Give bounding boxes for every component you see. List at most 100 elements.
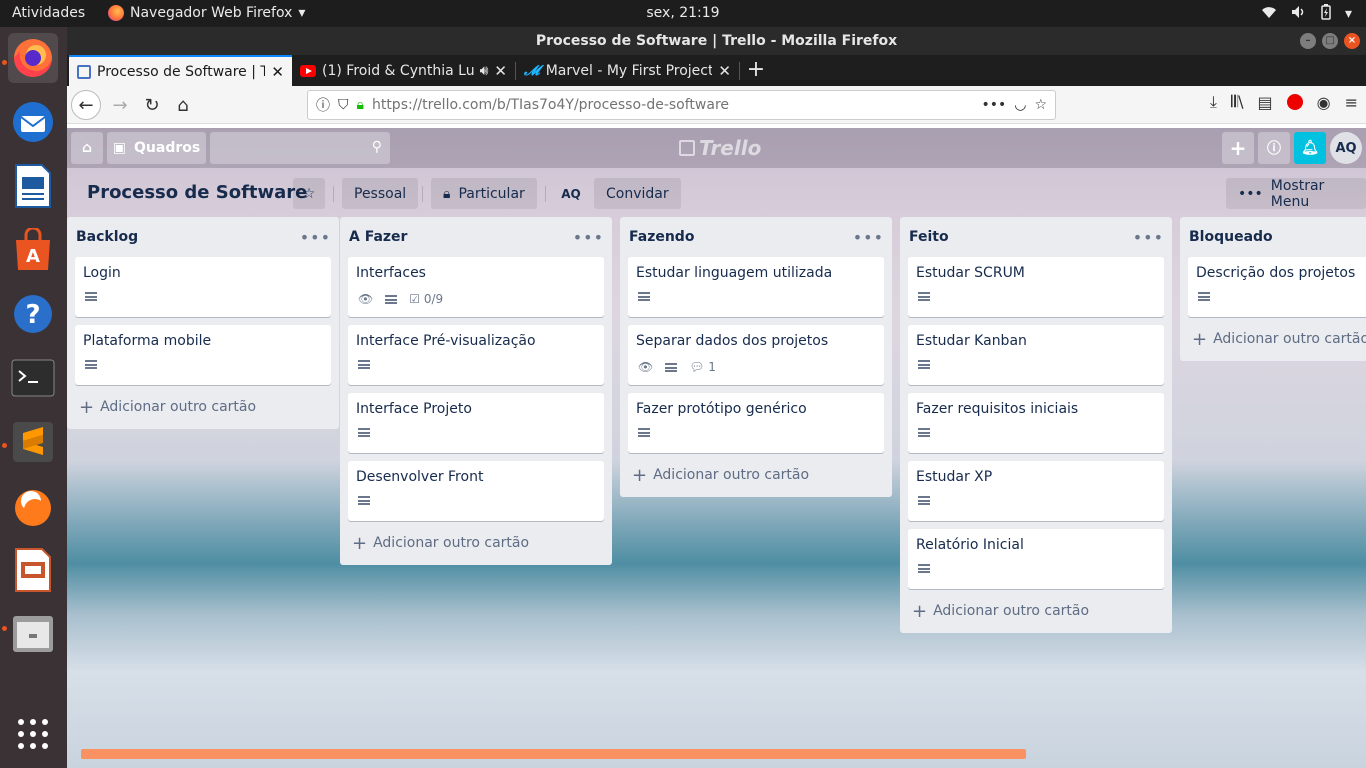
- dock-terminal[interactable]: [8, 353, 58, 403]
- pocket-icon[interactable]: ◡: [1014, 97, 1026, 113]
- system-tray[interactable]: ▾: [1261, 4, 1352, 24]
- card[interactable]: Separar dados dos projetos 👁︎ 💬︎ 1: [628, 325, 884, 385]
- card[interactable]: Estudar XP: [908, 461, 1164, 521]
- list-title[interactable]: A Fazer: [349, 229, 407, 245]
- dock-thunderbird[interactable]: [8, 97, 58, 147]
- list-title[interactable]: Feito: [909, 229, 949, 245]
- list-a-fazer[interactable]: A Fazer ••• Interfaces 👁︎ ☑ 0/9 Interface Pré…: [340, 217, 612, 565]
- card[interactable]: Interfaces 👁︎ ☑ 0/9: [348, 257, 604, 317]
- list-title[interactable]: Bloqueado: [1189, 229, 1273, 245]
- tab-marvel[interactable]: 𝓜 Marvel - My First Project ✕: [516, 55, 739, 86]
- list-menu-icon[interactable]: •••: [1133, 228, 1164, 247]
- hamburger-menu-icon[interactable]: ≡: [1345, 93, 1358, 112]
- board-title[interactable]: Processo de Software: [87, 182, 307, 203]
- star-board-button[interactable]: ☆: [293, 178, 325, 209]
- card[interactable]: Descrição dos projetos: [1188, 257, 1366, 317]
- minimize-button[interactable]: –: [1300, 33, 1316, 49]
- trello-logo[interactable]: Trello: [679, 136, 761, 160]
- invite-button[interactable]: Convidar: [594, 178, 681, 209]
- activities-button[interactable]: Atividades: [12, 5, 85, 21]
- list-header[interactable]: Feito •••: [908, 217, 1164, 257]
- card[interactable]: Estudar SCRUM: [908, 257, 1164, 317]
- lock-icon[interactable]: 🔒︎: [357, 97, 364, 113]
- close-tab-icon[interactable]: ✕: [271, 63, 284, 81]
- card[interactable]: Interface Projeto: [348, 393, 604, 453]
- card[interactable]: Plataforma mobile: [75, 325, 331, 385]
- card[interactable]: Estudar Kanban: [908, 325, 1164, 385]
- new-tab-button[interactable]: +: [740, 55, 772, 86]
- dock-sublime-text[interactable]: [8, 417, 58, 467]
- tab-youtube[interactable]: (1) Froid & Cynthia Luz 🔊︎ ✕: [292, 55, 515, 86]
- app-menu[interactable]: Navegador Web Firefox ▾: [108, 5, 305, 21]
- list-title[interactable]: Backlog: [76, 229, 138, 245]
- dock-app-orange[interactable]: [8, 481, 58, 531]
- notifications-button[interactable]: 🔔︎: [1294, 132, 1326, 164]
- close-tab-icon[interactable]: ✕: [718, 62, 731, 80]
- close-tab-icon[interactable]: ✕: [494, 62, 507, 80]
- list-title[interactable]: Fazendo: [629, 229, 694, 245]
- card[interactable]: Estudar linguagem utilizada: [628, 257, 884, 317]
- battery-icon[interactable]: [1321, 4, 1331, 24]
- back-button[interactable]: ←: [71, 90, 101, 120]
- list-menu-icon[interactable]: •••: [300, 228, 331, 247]
- reload-button[interactable]: ↻: [137, 90, 167, 120]
- sidebar-icon[interactable]: ▤: [1258, 93, 1273, 112]
- dock-firefox[interactable]: [8, 33, 58, 83]
- add-card-button[interactable]: + Adicionar outro cartão: [628, 461, 884, 489]
- dock-help[interactable]: ?: [8, 289, 58, 339]
- volume-icon[interactable]: [1291, 5, 1307, 23]
- card[interactable]: Desenvolver Front: [348, 461, 604, 521]
- add-card-button[interactable]: + Adicionar outro cartão: [348, 529, 604, 557]
- window-titlebar[interactable]: Processo de Software | Trello - Mozilla …: [67, 27, 1366, 55]
- info-icon[interactable]: ⓘ: [316, 95, 330, 115]
- card[interactable]: Login: [75, 257, 331, 317]
- url-bar[interactable]: ⓘ ⛉ 🔒︎ https://trello.com/b/TIas7o4Y/pro…: [307, 90, 1056, 120]
- dock-files[interactable]: [8, 609, 58, 659]
- list-feito[interactable]: Feito ••• Estudar SCRUM Estudar Kanban Fazer…: [900, 217, 1172, 633]
- dock-libreoffice-impress[interactable]: [8, 545, 58, 595]
- home-button[interactable]: ⌂: [168, 90, 198, 120]
- card[interactable]: Fazer protótipo genérico: [628, 393, 884, 453]
- url-text[interactable]: https://trello.com/b/TIas7o4Y/processo-d…: [372, 97, 973, 113]
- list-header[interactable]: Fazendo •••: [628, 217, 884, 257]
- list-header[interactable]: Bloqueado: [1188, 217, 1366, 257]
- adblock-icon[interactable]: [1286, 94, 1303, 110]
- add-card-button[interactable]: + Adicionar outro cartão: [75, 393, 331, 421]
- close-window-button[interactable]: ×: [1344, 33, 1360, 49]
- maximize-button[interactable]: □: [1322, 33, 1338, 49]
- team-button[interactable]: Pessoal: [342, 178, 419, 209]
- horizontal-scrollbar[interactable]: [81, 749, 1026, 759]
- search-input[interactable]: ⚲: [210, 132, 390, 164]
- show-applications-button[interactable]: [8, 709, 58, 759]
- card[interactable]: Fazer requisitos iniciais: [908, 393, 1164, 453]
- member-avatar[interactable]: AQ: [557, 180, 585, 208]
- list-menu-icon[interactable]: •••: [573, 228, 604, 247]
- create-button[interactable]: +: [1222, 132, 1254, 164]
- list-header[interactable]: A Fazer •••: [348, 217, 604, 257]
- system-menu-chevron-icon[interactable]: ▾: [1345, 6, 1352, 22]
- account-icon[interactable]: ◉: [1317, 93, 1331, 112]
- list-backlog[interactable]: Backlog ••• Login Plataforma mobile + Adicion…: [67, 217, 339, 429]
- card[interactable]: Relatório Inicial: [908, 529, 1164, 589]
- dock-libreoffice-writer[interactable]: [8, 161, 58, 211]
- show-menu-button[interactable]: ••• Mostrar Menu: [1226, 178, 1366, 210]
- download-icon[interactable]: ⤓: [1210, 92, 1217, 112]
- library-icon[interactable]: 𝄃𝄃\: [1231, 92, 1244, 112]
- tab-trello[interactable]: Processo de Software | T ✕: [69, 55, 292, 86]
- boards-button[interactable]: ▣ Quadros: [107, 132, 206, 164]
- list-fazendo[interactable]: Fazendo ••• Estudar linguagem utilizada Sep…: [620, 217, 892, 497]
- list-header[interactable]: Backlog •••: [75, 217, 331, 257]
- wifi-icon[interactable]: [1261, 5, 1277, 23]
- bookmark-star-icon[interactable]: ☆: [1034, 97, 1047, 113]
- list-menu-icon[interactable]: •••: [853, 228, 884, 247]
- forward-button[interactable]: →: [105, 90, 135, 120]
- card[interactable]: Interface Pré-visualização: [348, 325, 604, 385]
- add-card-button[interactable]: + Adicionar outro cartão: [908, 597, 1164, 625]
- info-button[interactable]: ⓘ: [1258, 132, 1290, 164]
- speaker-icon[interactable]: 🔊︎: [480, 63, 489, 79]
- avatar[interactable]: AQ: [1330, 132, 1362, 164]
- clock[interactable]: sex, 21:19: [646, 5, 719, 21]
- add-card-button[interactable]: + Adicionar outro cartão: [1188, 325, 1366, 353]
- page-actions-icon[interactable]: •••: [981, 97, 1006, 113]
- list-bloqueado[interactable]: Bloqueado Descrição dos projetos + Adiciona…: [1180, 217, 1366, 361]
